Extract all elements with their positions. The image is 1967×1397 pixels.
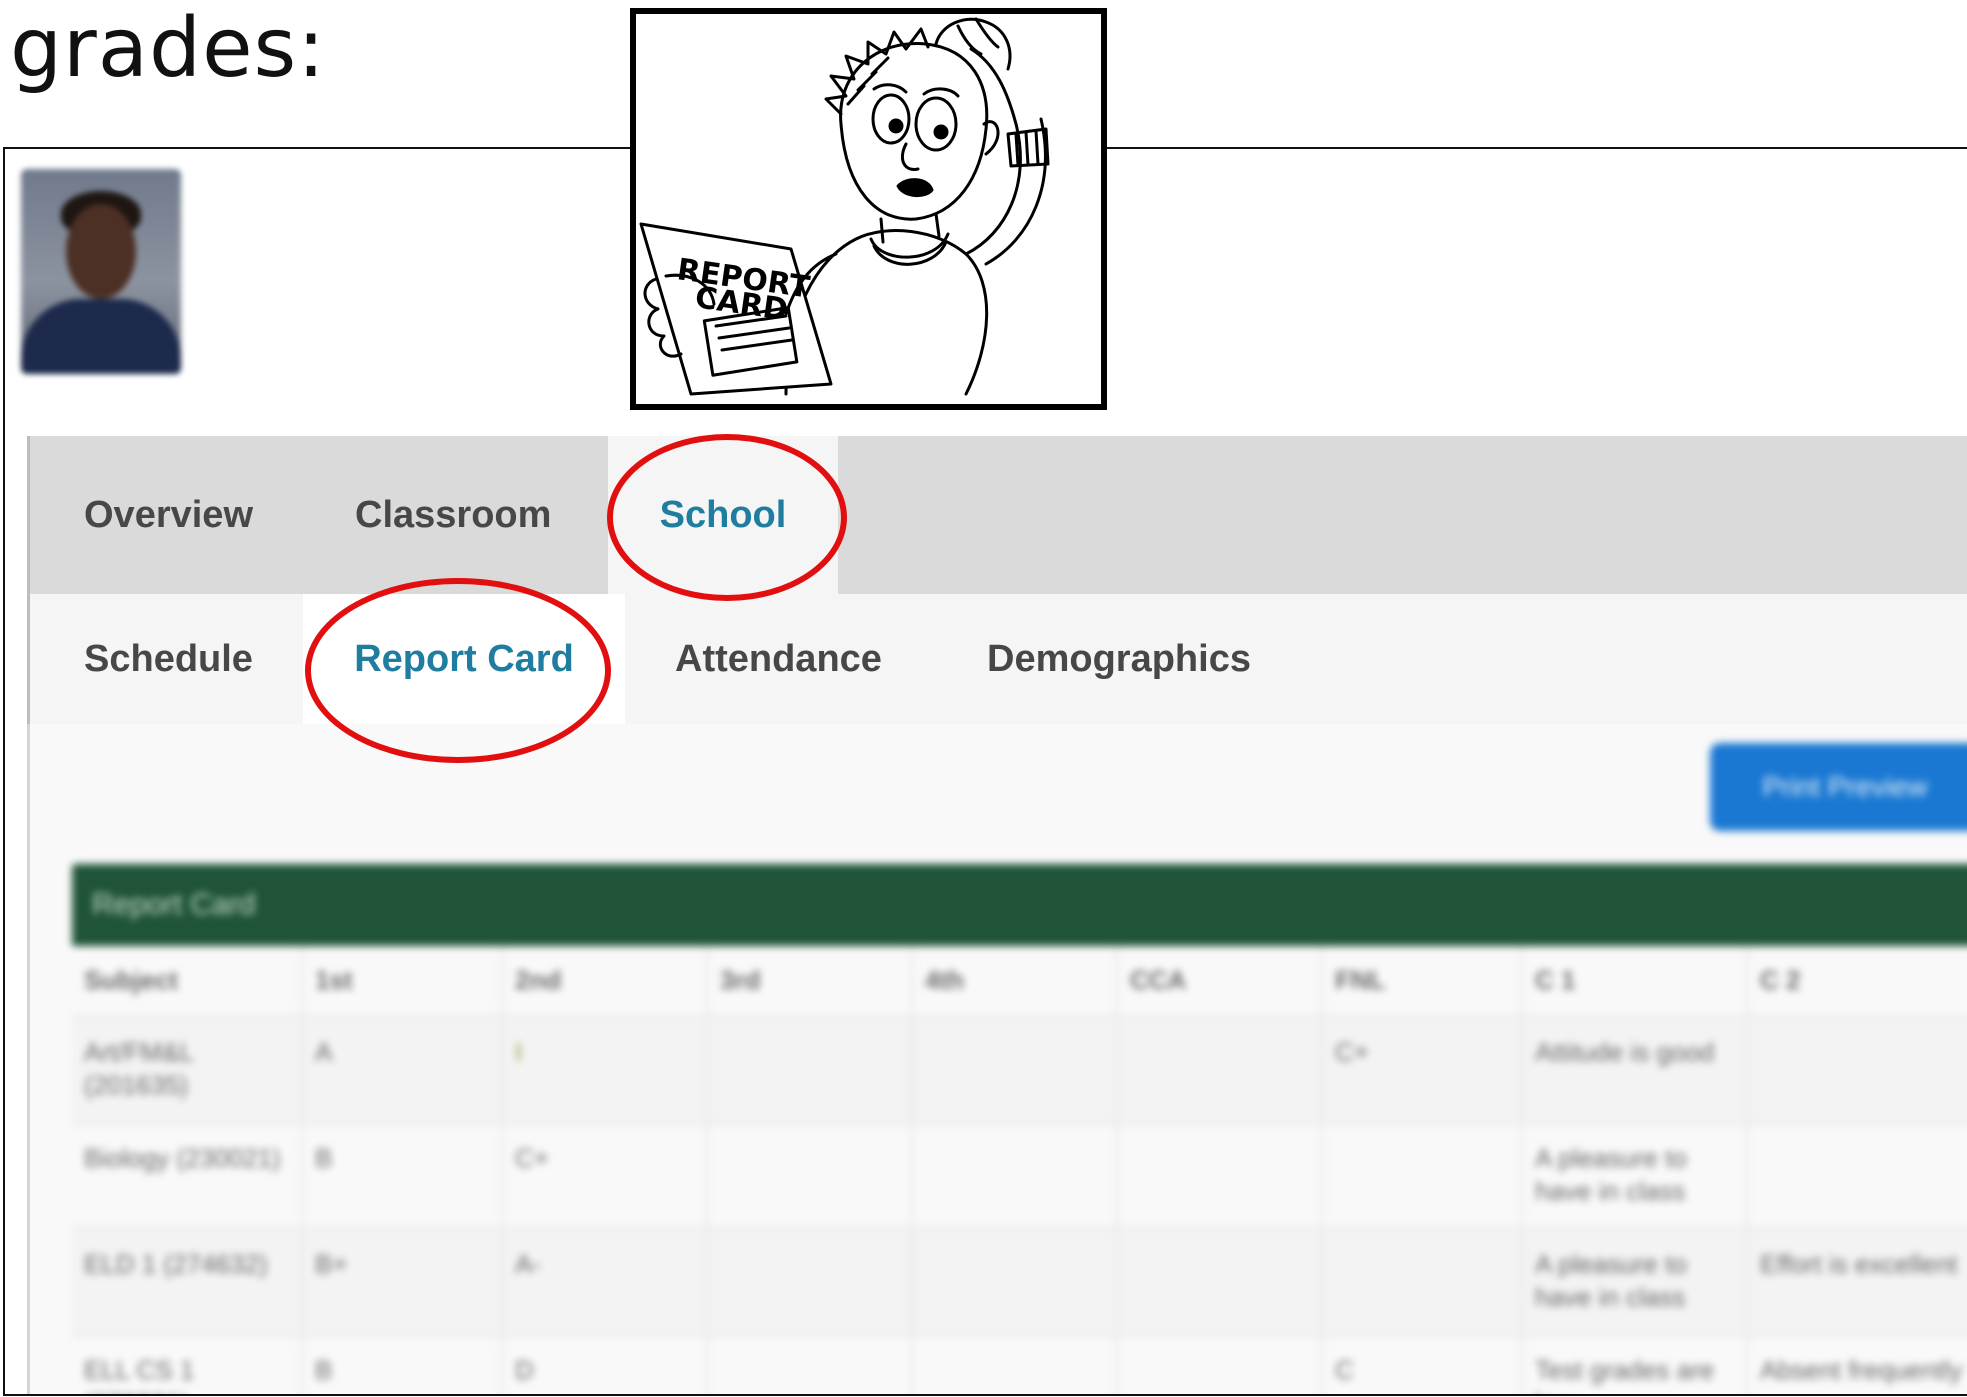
column-header: 2nd xyxy=(502,946,708,1017)
table-cell: Attitude is good xyxy=(1522,1016,1748,1123)
table-cell: A pleasure to have in class xyxy=(1522,1228,1748,1335)
table-cell: Test grades are low xyxy=(1522,1334,1748,1394)
table-cell xyxy=(1117,1228,1323,1335)
subtab-schedule[interactable]: Schedule xyxy=(84,594,253,724)
table-cell xyxy=(1117,1122,1323,1229)
table-cell: Art/FM&L (201635) xyxy=(72,1016,303,1123)
grades-table: Subject 1st 2nd 3rd 4th CCA FNL C 1 C 2 … xyxy=(72,946,1967,1394)
subtab-attendance[interactable]: Attendance xyxy=(675,594,882,724)
secondary-tab-bar: Schedule Report Card Attendance Demograp… xyxy=(27,594,1967,724)
table-cell xyxy=(707,1016,913,1123)
table-cell: C xyxy=(1322,1334,1523,1394)
column-header: C 1 xyxy=(1522,946,1748,1017)
table-cell xyxy=(1117,1016,1323,1123)
table-cell xyxy=(1322,1228,1523,1335)
table-cell: A pleasure to have in class xyxy=(1522,1122,1748,1229)
primary-tab-bar: Overview Classroom School xyxy=(27,436,1967,594)
table-cell: D xyxy=(502,1334,708,1394)
subtab-report-card[interactable]: Report Card xyxy=(303,594,625,724)
table-cell: I xyxy=(502,1016,708,1123)
report-card-panel: Report Card Subject 1st 2nd 3rd 4th CCA xyxy=(72,864,1967,1394)
table-cell: ELD 1 (274632) xyxy=(72,1228,303,1335)
slide-heading: grades: xyxy=(10,1,326,96)
column-header: 1st xyxy=(302,946,503,1017)
column-header: FNL xyxy=(1322,946,1523,1017)
print-preview-button[interactable]: Print Preview xyxy=(1710,743,1967,831)
report-card-content: Print Preview Report Card Subject 1st 2n… xyxy=(27,724,1967,1394)
table-header-row: Subject 1st 2nd 3rd 4th CCA FNL C 1 C 2 xyxy=(72,946,1967,1017)
panel-header: Report Card xyxy=(72,864,1967,946)
tab-classroom[interactable]: Classroom xyxy=(355,436,551,594)
table-cell xyxy=(1322,1122,1523,1229)
table-cell xyxy=(912,1228,1118,1335)
worried-student-cartoon: REPORT CARD xyxy=(630,8,1107,410)
table-cell xyxy=(1747,1122,1967,1229)
table-cell: Effort is excellent xyxy=(1747,1228,1967,1335)
table-cell: C+ xyxy=(502,1122,708,1229)
student-avatar xyxy=(21,169,181,374)
table-cell xyxy=(912,1016,1118,1123)
table-cell xyxy=(1117,1334,1323,1394)
table-cell xyxy=(912,1122,1118,1229)
table-cell xyxy=(912,1334,1118,1394)
cartoon-drawing: REPORT CARD xyxy=(639,17,1050,396)
table-cell: Biology (230021) xyxy=(72,1122,303,1229)
column-header: Subject xyxy=(72,946,303,1017)
table-row: ELL CS 1 (276821) B D C Test grades are … xyxy=(72,1334,1967,1394)
table-cell: B xyxy=(302,1334,503,1394)
table-cell xyxy=(1747,1016,1967,1123)
table-cell: Absent frequently xyxy=(1747,1334,1967,1394)
table-row: Art/FM&L (201635) A I C+ Attitude is goo… xyxy=(72,1016,1967,1123)
table-cell: B+ xyxy=(302,1228,503,1335)
column-header: 3rd xyxy=(707,946,913,1017)
table-cell: A xyxy=(302,1016,503,1123)
column-header: 4th xyxy=(912,946,1118,1017)
tab-overview[interactable]: Overview xyxy=(84,436,253,594)
table-row: Biology (230021) B C+ A pleasure to have… xyxy=(72,1122,1967,1229)
table-cell: A- xyxy=(502,1228,708,1335)
table-cell: C+ xyxy=(1322,1016,1523,1123)
subtab-demographics[interactable]: Demographics xyxy=(987,594,1251,724)
table-cell xyxy=(707,1122,913,1229)
table-cell xyxy=(707,1334,913,1394)
table-cell: B xyxy=(302,1122,503,1229)
tab-school[interactable]: School xyxy=(608,436,838,594)
table-row: ELD 1 (274632) B+ A- A pleasure to have … xyxy=(72,1228,1967,1335)
column-header: CCA xyxy=(1117,946,1323,1017)
table-cell xyxy=(707,1228,913,1335)
table-cell: ELL CS 1 (276821) xyxy=(72,1334,303,1394)
column-header: C 2 xyxy=(1747,946,1967,1017)
